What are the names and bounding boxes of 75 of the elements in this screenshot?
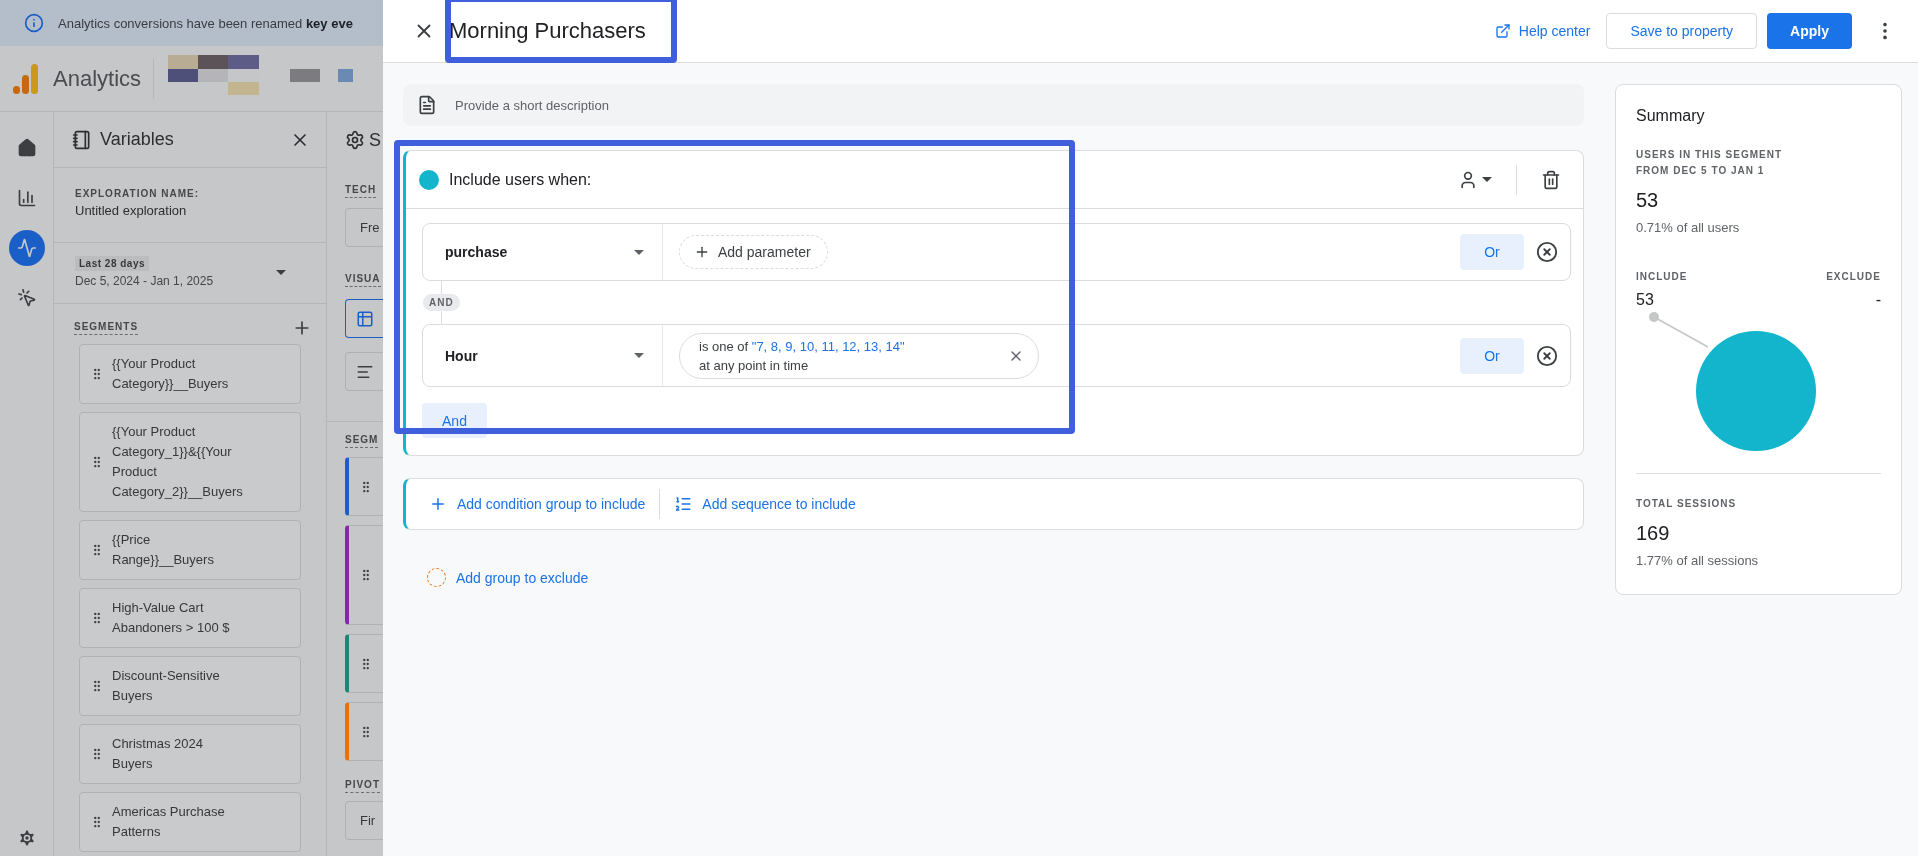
metric-label: TOTAL SESSIONS [1636,497,1738,511]
section-label: PIVOT [345,779,380,793]
add-condition-group-button[interactable]: Add condition group to include [429,495,646,513]
caret-icon [276,269,286,275]
delete-icon[interactable] [1541,169,1561,190]
filter-text: is one of "7, 8, 9, 10, 11, 12, 13, 14" [699,338,905,354]
section-label: TECH [345,184,377,198]
banner-text: Analytics conversions have been renamed key eve [58,15,353,31]
group-title: Include users when: [449,170,593,189]
include-label: INCLUDE [1636,270,1688,284]
remove-icon[interactable] [1536,344,1558,367]
include-value: 53 [1636,291,1654,309]
pointer-click-icon [16,288,37,308]
add-parameter-button[interactable]: Add parameter [679,235,828,269]
date-preset-label: Last 28 days [75,256,150,271]
caret-icon [1482,177,1492,182]
and-connector-chip: AND [423,294,460,311]
metric-label: FROM DEC 5 TO JAN 1 [1636,164,1766,178]
dimension-select[interactable]: purchase [423,224,663,280]
segment-title[interactable]: Morning Purchasers [449,18,646,44]
description-field[interactable]: Provide a short description [403,84,1584,126]
exploration-name[interactable]: Untitled exploration [75,203,306,218]
settings-icon [345,130,365,150]
plus-icon [429,495,447,513]
nav-button[interactable] [8,230,45,266]
segment-card[interactable]: Discount-Sensitive Buyers [79,656,301,716]
list-icon [674,495,693,513]
panel-title: S [369,129,381,151]
section-label: SEGM [345,434,379,448]
caret-icon [634,249,644,255]
variables-icon [72,129,92,150]
metric-share: 1.77% of all sessions [1636,553,1760,568]
metric-value: 53 [1636,189,1660,212]
or-button[interactable]: Or [1460,234,1524,270]
date-range[interactable]: Dec 5, 2024 - Jan 1, 2025 [75,274,214,288]
summary-title: Summary [1636,107,1706,125]
analytics-logo [13,63,39,94]
leader-line [1649,312,1709,348]
exclude-value: - [1875,291,1881,309]
section-label: VISUA [345,273,381,287]
caret-icon [634,353,644,358]
external-link-icon [1494,23,1511,39]
segment-card[interactable]: {{Your Product Category_1}}&{{Your Product Category_2}}__Buyers [79,412,301,512]
dimension-select[interactable]: Hour [423,325,663,386]
save-button[interactable]: Save to property [1606,13,1758,49]
segment-card[interactable]: Christmas 2024 Buyers [79,724,301,784]
section-label: SEGMENTS [74,321,139,335]
exclude-label: EXCLUDE [1826,270,1881,284]
product-name: Analytics [53,58,155,99]
bar-chart-icon [16,188,37,208]
document-icon [417,95,437,115]
filter-scope-text: at any point in time [699,357,810,373]
help-center-link[interactable]: Help center [1494,23,1591,39]
scope-dropdown[interactable] [1458,169,1492,190]
add-sequence-button[interactable]: Add sequence to include [674,495,856,513]
table-icon [356,309,374,328]
trend-line-icon [16,238,37,258]
segment-card[interactable]: {{Price Range}}__Buyers [79,520,301,580]
segment-card[interactable]: {{Your Product Category}}__Buyers [79,344,301,404]
panel-title: Variables [100,129,175,150]
info-icon [24,13,44,33]
group-dot-icon [419,169,439,190]
person-icon [1458,169,1478,190]
metric-value: 169 [1636,522,1671,545]
or-button[interactable]: Or [1460,337,1524,374]
metric-share: 0.71% of all users [1636,220,1741,235]
home-icon [16,138,37,158]
plus-icon [694,244,710,260]
apply-button[interactable]: Apply [1767,13,1852,49]
metric-label: USERS IN THIS SEGMENT [1636,148,1783,162]
segment-card[interactable]: High-Value Cart Abandoners > 100 $ [79,588,301,648]
add-exclude-group-button[interactable]: Add group to exclude [427,568,589,587]
field-label: EXPLORATION NAME: [75,188,201,199]
segment-card[interactable]: Americas Purchase Patterns [79,792,301,852]
remove-icon[interactable] [1536,241,1558,263]
